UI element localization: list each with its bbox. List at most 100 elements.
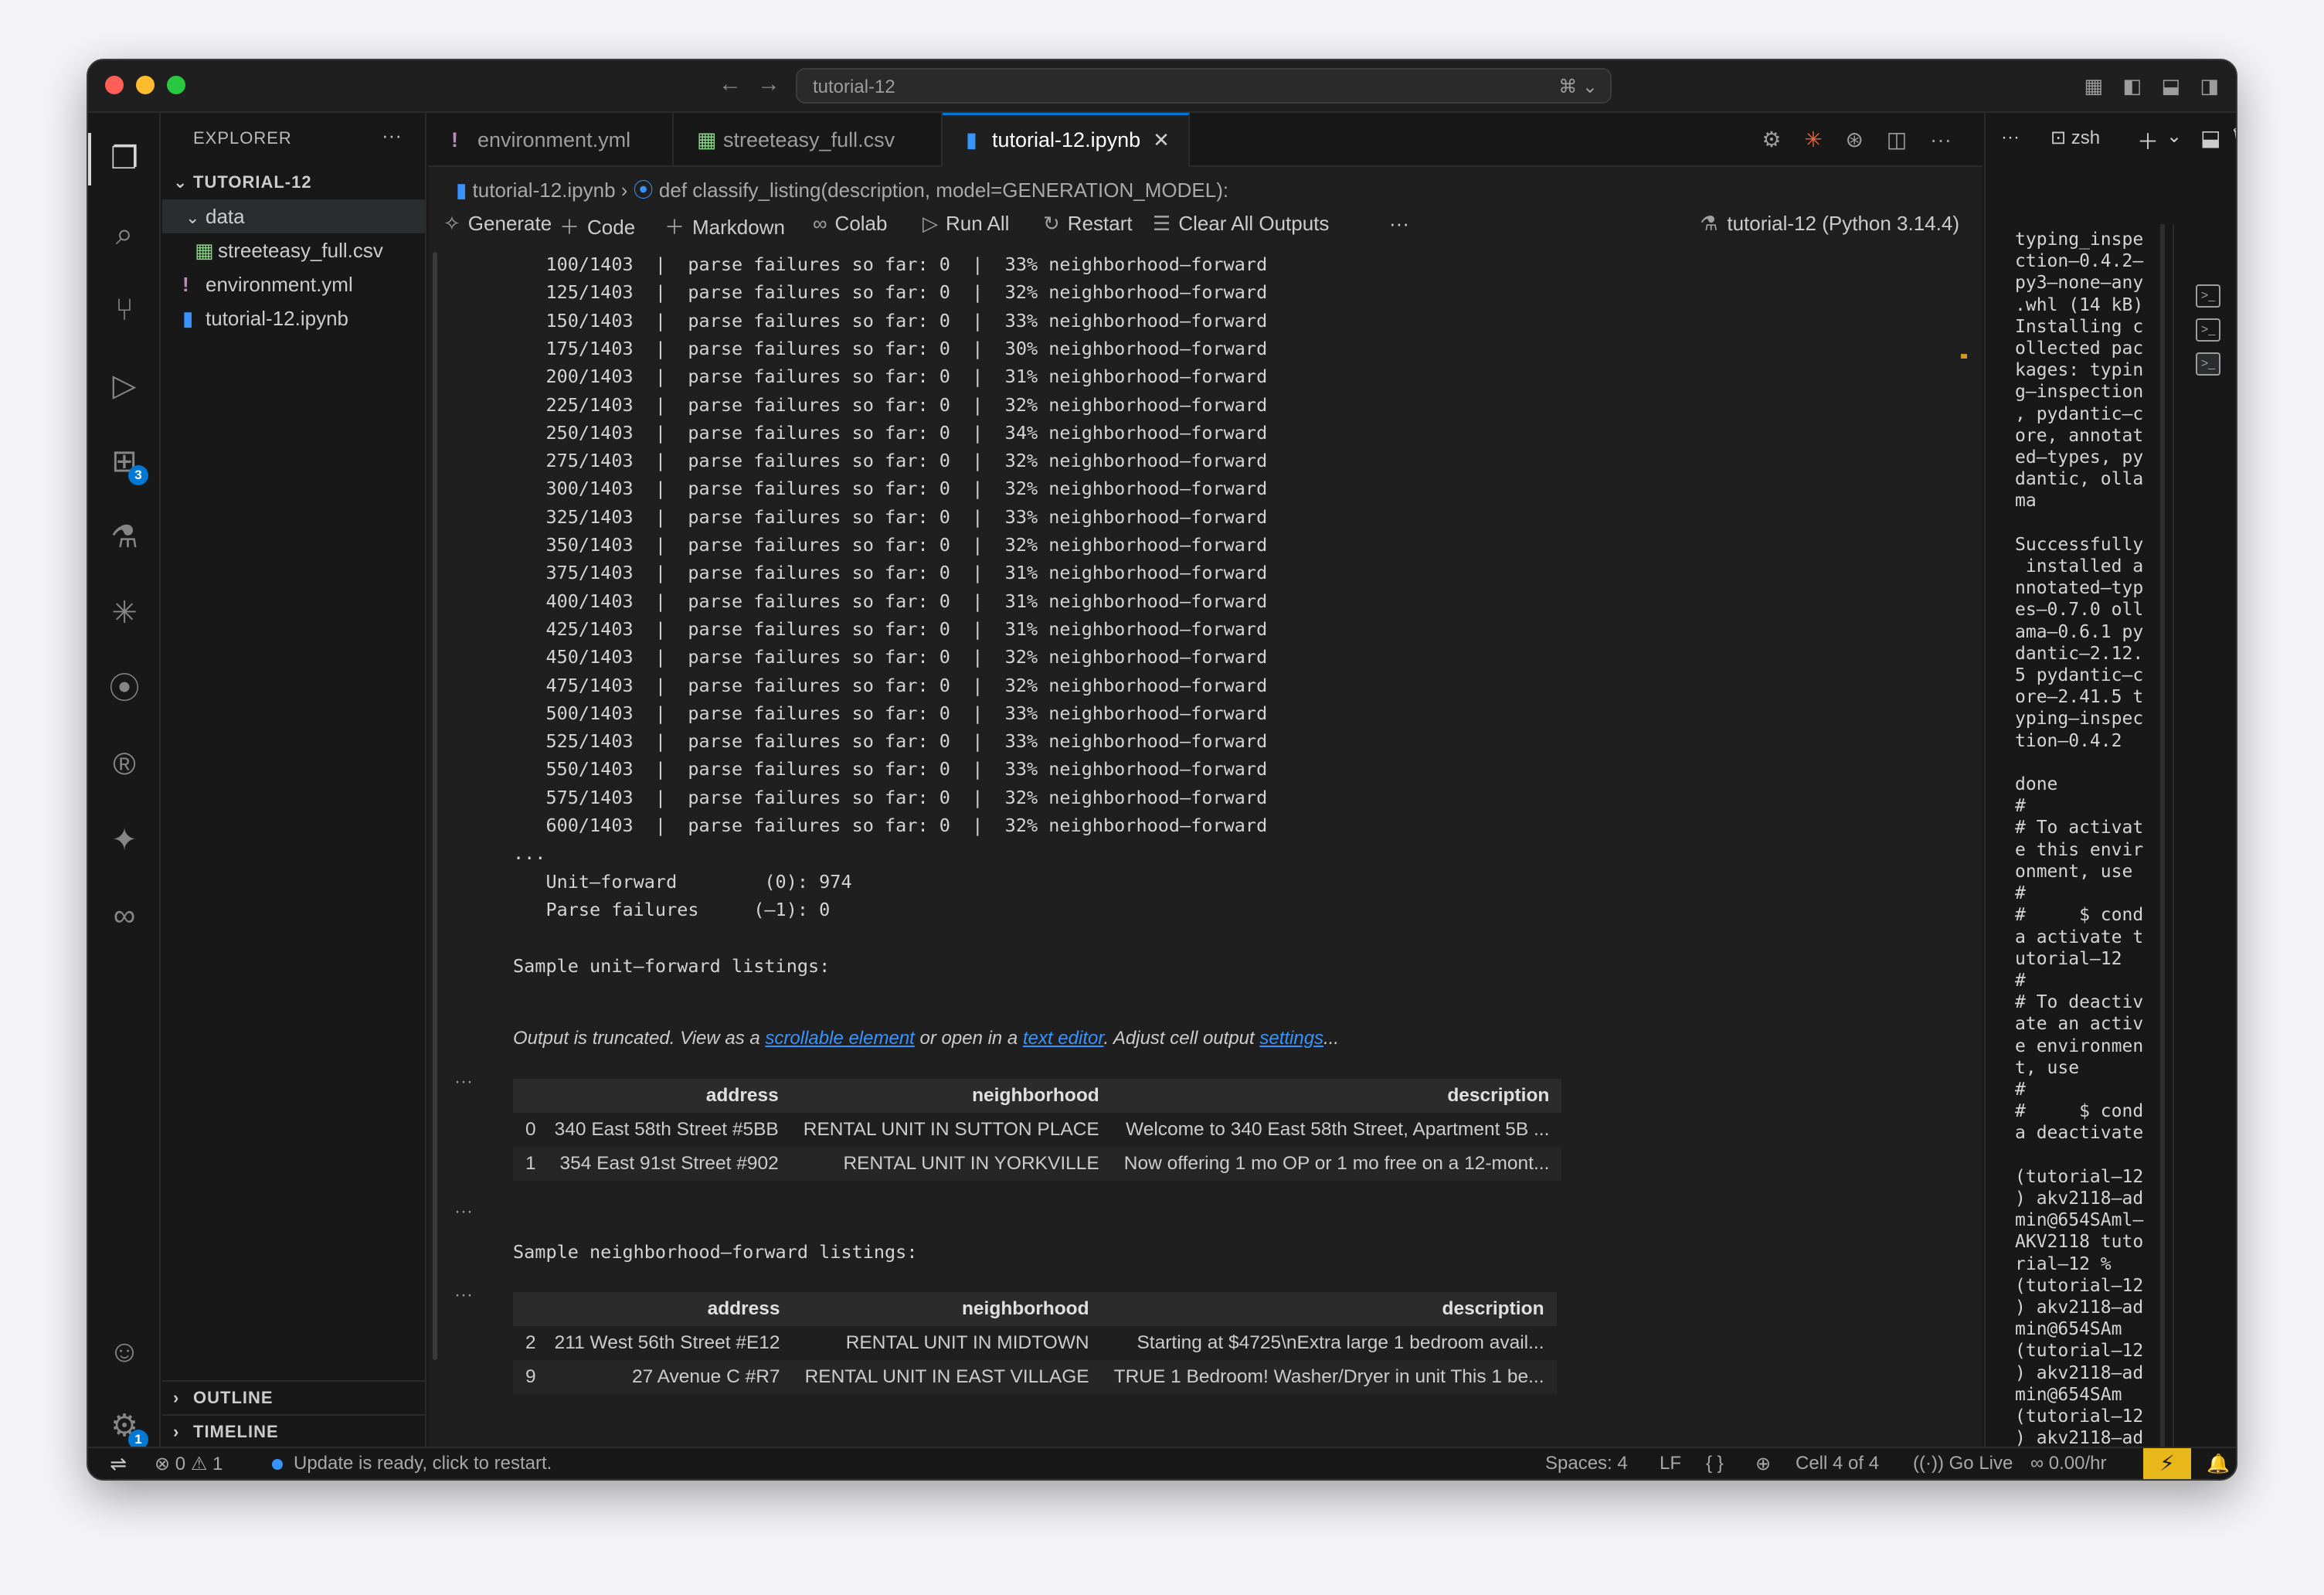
settings-link[interactable]: settings xyxy=(1259,1028,1323,1049)
search-icon[interactable]: ⌕ xyxy=(104,213,145,255)
notebook-settings-icon[interactable]: ⚙ xyxy=(1762,128,1781,151)
settings-gear-icon[interactable]: ⚙ 1 xyxy=(104,1405,148,1450)
python-icon[interactable]: ⦿ xyxy=(104,668,145,709)
back-arrow-icon[interactable]: ← xyxy=(719,71,742,97)
eol-indicator[interactable]: LF xyxy=(1660,1453,1681,1474)
outline-label: OUTLINE xyxy=(193,1388,274,1407)
terminal-instance-icon[interactable]: >_ xyxy=(2196,318,2220,342)
command-center-search[interactable]: tutorial-12 ⌘ ⌄ xyxy=(796,68,1612,104)
explorer-title: EXPLORER xyxy=(193,128,292,148)
clear-outputs-button[interactable]: ☰ Clear All Outputs xyxy=(1153,212,1329,236)
toolbar-more-button[interactable]: ··· xyxy=(1389,212,1409,236)
cell-neighborhood: RENTAL UNIT IN YORKVILLE xyxy=(790,1147,1112,1181)
dataframe-unit-forward: address neighborhood description 0 340 E… xyxy=(513,1079,1562,1181)
output-more-icon[interactable]: ··· xyxy=(454,1201,473,1223)
no-sparkle-icon[interactable]: ⚡ xyxy=(2143,1448,2191,1479)
terminal-scrollbar[interactable] xyxy=(2160,224,2165,1479)
extensions-icon[interactable]: ⊞ 3 xyxy=(104,440,148,485)
cell-indicator[interactable]: Cell 4 of 4 xyxy=(1796,1453,1879,1474)
problems-indicator[interactable]: ⊗ 0 ⚠ 1 xyxy=(155,1453,223,1475)
terminal-instance-icon[interactable]: >_ xyxy=(2196,284,2220,308)
run-all-button[interactable]: ▷ Run All xyxy=(922,212,1009,236)
kernel-picker[interactable]: ⚗ tutorial-12 (Python 3.14.4) xyxy=(1700,212,1959,236)
log-line: 525/1403 | parse failures so far: 0 | 33… xyxy=(513,730,1268,753)
account-icon[interactable]: ☺ xyxy=(104,1331,145,1372)
toggle-secondary-sidebar-icon[interactable]: ◨ xyxy=(2200,74,2219,98)
claude-icon[interactable]: ✳ xyxy=(1804,128,1822,151)
chevron-right-icon: › xyxy=(173,1388,180,1407)
source-control-icon[interactable]: ⑂ xyxy=(104,289,145,331)
tab-streeteasy-csv[interactable]: ▦ streeteasy_full.csv xyxy=(674,113,943,167)
claude-icon[interactable]: ✳ xyxy=(104,592,145,634)
gemini-icon[interactable]: ✦ xyxy=(104,819,145,861)
testing-icon[interactable]: ⚗ xyxy=(104,516,145,558)
split-terminal-icon[interactable]: ⬓ xyxy=(2200,125,2220,151)
folder-data-label: data xyxy=(206,205,245,228)
file-streeteasy-csv[interactable]: ▦ streeteasy_full.csv xyxy=(162,233,425,267)
tab-environment-yml[interactable]: ! environment.yml xyxy=(428,113,674,167)
go-live-button[interactable]: ((·)) Go Live xyxy=(1913,1453,2013,1474)
terminal-output[interactable]: typing_inspe ction–0.4.2– py3–none–any .… xyxy=(2015,229,2151,1479)
output-more-icon[interactable]: ··· xyxy=(454,1284,473,1306)
cost-label: 0.00/hr xyxy=(2048,1453,2107,1474)
tab-tutorial-notebook[interactable]: ▮ tutorial-12.ipynb ✕ xyxy=(943,113,1190,167)
indentation-indicator[interactable]: Spaces: 4 xyxy=(1545,1453,1628,1474)
add-markdown-button[interactable]: ＋ Markdown xyxy=(664,212,785,240)
output-more-icon[interactable]: ··· xyxy=(454,1071,473,1093)
customize-layout-icon[interactable]: ▦ xyxy=(2084,74,2103,98)
cell-address: 340 East 58th Street #5BB xyxy=(554,1119,779,1140)
workspace-root-label: TUTORIAL-12 xyxy=(193,172,312,192)
outline-section[interactable]: › OUTLINE xyxy=(162,1380,425,1414)
update-label: Update is ready, click to restart. xyxy=(294,1453,552,1474)
breadcrumb-symbol[interactable]: def classify_listing(description, model=… xyxy=(659,179,1228,202)
copilot-icon[interactable]: ⊕ xyxy=(1755,1453,1771,1475)
log-line: 450/1403 | parse failures so far: 0 | 32… xyxy=(513,646,1268,668)
terminal-more-icon[interactable]: ··· xyxy=(2001,127,2020,148)
colab-icon: ∞ xyxy=(813,212,827,235)
generate-button[interactable]: ✧ Generate xyxy=(443,212,552,236)
timeline-section[interactable]: › TIMELINE xyxy=(162,1414,425,1448)
explorer-icon[interactable]: ❐ xyxy=(104,138,145,179)
workspace-root[interactable]: ⌄ TUTORIAL-12 xyxy=(162,165,425,199)
close-tab-icon[interactable]: ✕ xyxy=(1153,115,1170,165)
folder-data[interactable]: ⌄ data xyxy=(162,199,425,233)
minimize-window-button[interactable] xyxy=(136,76,155,94)
breadcrumb-file[interactable]: tutorial-12.ipynb xyxy=(473,179,616,202)
notifications-bell-icon[interactable]: 🔔 xyxy=(2207,1453,2230,1475)
colab-cost[interactable]: ∞ 0.00/hr xyxy=(2030,1453,2107,1474)
split-editor-icon[interactable]: ◫ xyxy=(1887,128,1907,151)
update-notice[interactable]: Update is ready, click to restart. xyxy=(272,1453,552,1474)
file-tutorial-notebook[interactable]: ▮ tutorial-12.ipynb xyxy=(162,301,425,335)
chevron-right-icon: › xyxy=(173,1422,180,1441)
column-header: description xyxy=(1111,1079,1562,1113)
terminal-instance-icon[interactable]: >_ xyxy=(2196,352,2220,376)
restart-button[interactable]: ↻ Restart xyxy=(1043,212,1133,236)
notebook-icon: ▮ xyxy=(182,307,194,330)
trash-icon[interactable]: 🗑 xyxy=(2230,125,2236,151)
colab-button[interactable]: ∞ Colab xyxy=(813,212,887,236)
cell-description: Welcome to 340 East 58th Street, Apartme… xyxy=(1126,1119,1550,1140)
text-editor-link[interactable]: text editor xyxy=(1023,1028,1104,1049)
maximize-window-button[interactable] xyxy=(167,76,185,94)
remote-icon[interactable]: ⇌ xyxy=(88,1448,148,1479)
toggle-panel-icon[interactable]: ⬓ xyxy=(2161,74,2180,98)
r-language-icon[interactable]: ® xyxy=(104,743,145,785)
toggle-sidebar-icon[interactable]: ◧ xyxy=(2122,74,2142,98)
language-indicator[interactable]: { } xyxy=(1706,1453,1724,1474)
run-debug-icon[interactable]: ▷ xyxy=(104,365,145,406)
scrollable-element-link[interactable]: scrollable element xyxy=(765,1028,914,1049)
forward-arrow-icon[interactable]: → xyxy=(757,71,780,97)
chevron-down-icon[interactable]: ⌄ xyxy=(2166,125,2182,148)
file-environment-yml[interactable]: ! environment.yml xyxy=(162,267,425,301)
close-window-button[interactable] xyxy=(105,76,124,94)
more-actions-icon[interactable]: ··· xyxy=(382,124,402,148)
more-actions-icon[interactable]: ··· xyxy=(1930,128,1952,151)
terminal-panel: ··· ⊡ zsh ＋ ⌄ ⬓ 🗑 typing_inspe ction–0.4… xyxy=(1984,113,2236,1479)
copilot-chat-icon[interactable]: ⌘ ⌄ xyxy=(1558,76,1598,98)
terminal-tab[interactable]: ⊡ zsh xyxy=(2050,127,2100,149)
colab-icon[interactable]: ∞ xyxy=(104,895,145,937)
add-code-button[interactable]: ＋ Code xyxy=(559,212,635,240)
openai-icon[interactable]: ⊛ xyxy=(1846,128,1864,151)
yaml-icon: ! xyxy=(182,273,189,296)
new-terminal-icon[interactable]: ＋ xyxy=(2137,125,2159,156)
